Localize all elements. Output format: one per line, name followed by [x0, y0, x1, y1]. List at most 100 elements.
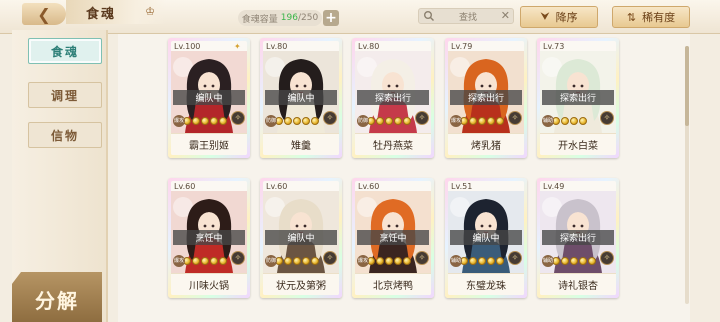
food-soul-card[interactable]: Lv.60 烹饪中 爆攻 ✧ 北京烤鸭	[352, 178, 434, 298]
star-icon	[579, 117, 587, 125]
capacity-indicator: 食魂容量 196/250	[238, 10, 322, 26]
card-name: 诗礼银杏	[540, 273, 616, 295]
skill-icon: ✧	[231, 251, 245, 265]
card-name: 北京烤鸭	[355, 273, 431, 295]
tab-food-soul[interactable]: 食魂	[28, 38, 102, 64]
card-level: Lv.60	[174, 182, 196, 191]
food-soul-card[interactable]: Lv.80 探索出行防御 ✧ 牡丹燕菜	[352, 38, 434, 158]
star-icon	[570, 257, 578, 265]
card-status: 探索出行	[542, 230, 614, 245]
star-icon	[192, 257, 200, 265]
capacity-add-button[interactable]: +	[323, 10, 339, 26]
search-box[interactable]: 查找 ✕	[418, 8, 514, 24]
star-icon	[469, 117, 477, 125]
role-type-badge: 辅助	[542, 115, 554, 127]
category-sidebar: 食魂 调理 信物 分解	[12, 30, 108, 322]
star-icon	[192, 117, 200, 125]
star-icon	[219, 257, 227, 265]
card-level: Lv.73	[543, 42, 565, 51]
back-arrow-icon: ❮	[37, 4, 51, 24]
card-name: 东璧龙珠	[448, 273, 524, 295]
tab-tokens[interactable]: 信物	[28, 122, 102, 148]
decompose-button[interactable]: 分解	[12, 272, 102, 322]
card-status: 探索出行	[357, 90, 429, 105]
sort-rarity-button[interactable]: ⇅ 稀有度	[612, 6, 690, 28]
star-icon	[376, 257, 384, 265]
card-level: Lv.79	[451, 42, 473, 51]
role-type-badge: 爆攻	[450, 115, 462, 127]
star-icon	[284, 257, 292, 265]
card-name: 雉羹	[263, 133, 339, 155]
star-icon	[210, 117, 218, 125]
food-soul-card[interactable]: Lv.100 ✦ 编队中 爆攻 ✧ 霸王别姬	[168, 38, 250, 158]
sort-rarity-label: 稀有度	[642, 11, 676, 24]
star-rating	[367, 257, 411, 265]
star-icon	[487, 117, 495, 125]
card-level: Lv.49	[543, 182, 565, 191]
star-icon	[561, 257, 569, 265]
clear-search-icon[interactable]: ✕	[501, 9, 510, 22]
card-level: Lv.80	[266, 42, 288, 51]
card-name: 霸王别姬	[171, 133, 247, 155]
scrollbar[interactable]	[685, 46, 689, 304]
capacity-max: /250	[297, 13, 319, 23]
search-input[interactable]: 查找	[439, 10, 497, 23]
star-icon	[311, 257, 319, 265]
chevron-down-icon: ⮟	[540, 10, 550, 23]
card-status: 烹饪中	[173, 230, 245, 245]
card-level: Lv.60	[358, 182, 380, 191]
star-rating	[183, 257, 227, 265]
star-icon	[385, 257, 393, 265]
star-icon	[311, 117, 319, 125]
crown-icon: ♔	[145, 5, 155, 18]
skill-icon: ✧	[415, 111, 429, 125]
card-status: 探索出行	[450, 90, 522, 105]
star-rating	[183, 117, 227, 125]
star-icon	[219, 117, 227, 125]
star-icon	[284, 117, 292, 125]
star-rating	[460, 257, 504, 265]
card-status: 编队中	[173, 90, 245, 105]
card-level: Lv.51	[451, 182, 473, 191]
role-type-badge: 防御	[265, 255, 277, 267]
skill-icon: ✧	[323, 251, 337, 265]
food-soul-card[interactable]: Lv.80 编队中 防御 ✧ 雉羹	[260, 38, 342, 158]
food-soul-card[interactable]: Lv.49 探索出行 辅助 ✧ 诗礼银杏	[537, 178, 619, 298]
food-soul-card[interactable]: Lv.60 烹饪中 爆攻 ✧ 川味火锅	[168, 178, 250, 298]
food-soul-card[interactable]: Lv.60 编队中 防御 ✧ 状元及第粥	[260, 178, 342, 298]
food-soul-card[interactable]: Lv.51 编队中 辅助 ✧ 东璧龙珠	[445, 178, 527, 298]
search-icon	[424, 11, 434, 21]
star-icon	[561, 117, 569, 125]
star-icon	[293, 257, 301, 265]
star-icon	[496, 117, 504, 125]
card-level: Lv.80	[358, 42, 380, 51]
star-icon	[469, 257, 477, 265]
food-soul-card[interactable]: Lv.73 探索出行 辅助 ✧ 开水白菜	[537, 38, 619, 158]
card-name: 烤乳猪	[448, 133, 524, 155]
role-type-badge: 防御	[357, 115, 369, 127]
skill-icon: ✧	[323, 111, 337, 125]
star-icon	[570, 117, 578, 125]
star-icon	[302, 117, 310, 125]
star-icon	[385, 117, 393, 125]
card-name: 川味火锅	[171, 273, 247, 295]
star-icon	[293, 117, 301, 125]
role-type-badge: 爆攻	[173, 115, 185, 127]
star-rating	[275, 117, 319, 125]
scrollbar-thumb[interactable]	[685, 46, 689, 126]
star-icon	[376, 117, 384, 125]
star-icon	[394, 117, 402, 125]
card-name: 牡丹燕菜	[355, 133, 431, 155]
skill-icon: ✧	[231, 111, 245, 125]
star-icon	[403, 257, 411, 265]
card-status: 探索出行	[542, 90, 614, 105]
star-icon	[302, 257, 310, 265]
capacity-label: 食魂容量	[241, 14, 278, 25]
card-status: 编队中	[450, 230, 522, 245]
food-soul-card[interactable]: Lv.79 探索出行 爆攻 ✧ 烤乳猪	[445, 38, 527, 158]
tab-cooking[interactable]: 调理	[28, 82, 102, 108]
card-name: 开水白菜	[540, 133, 616, 155]
back-button[interactable]: ❮	[22, 3, 66, 25]
sort-descending-button[interactable]: ⮟ 降序	[520, 6, 598, 28]
star-icon	[201, 117, 209, 125]
